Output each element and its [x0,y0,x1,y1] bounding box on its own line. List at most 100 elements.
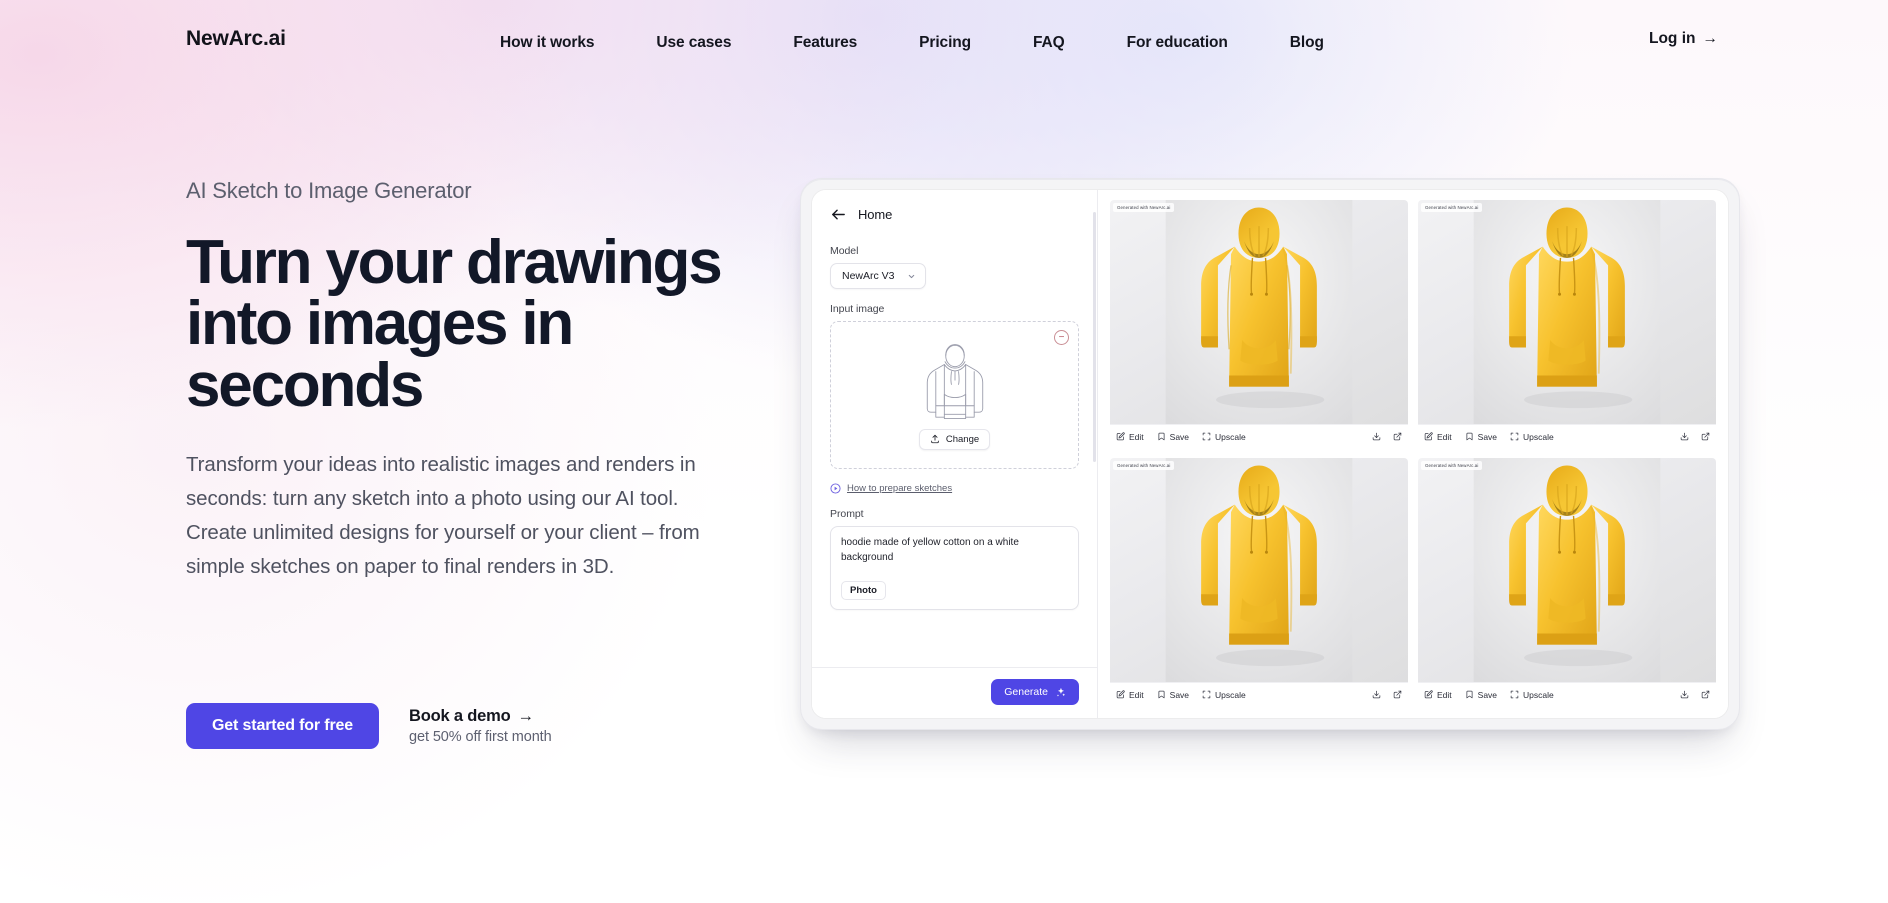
model-label: Model [830,245,859,257]
input-image-group: Input image − Change [830,303,1079,469]
nav-link-how-it-works[interactable]: How it works [500,30,595,56]
prompt-label: Prompt [830,508,864,520]
expand-icon [1202,432,1211,441]
book-demo-block: Book a demo → get 50% off first month [409,707,552,745]
external-link-icon[interactable] [1701,690,1710,699]
brand-logo[interactable]: NewArc.ai [186,27,286,51]
result-image[interactable]: Generated with NewArc.ai [1418,200,1716,424]
upload-icon [931,434,939,444]
save-button[interactable]: Save [1465,432,1497,442]
watermark-label: Generated with NewArc.ai [1113,461,1175,470]
result-card[interactable]: Generated with NewArc.ai Edit Save Upsca… [1110,458,1408,706]
app-sidebar-panel: Home Model NewArc V3 Input image − Chang… [812,190,1098,718]
result-card[interactable]: Generated with NewArc.ai Edit Save Upsca… [1418,458,1716,706]
bookmark-icon [1158,432,1165,441]
chevron-down-icon [908,274,914,278]
expand-icon [1510,690,1519,699]
hoodie-photo [1165,458,1353,682]
result-toolbar: Edit Save Upscale [1418,424,1716,448]
edit-button[interactable]: Edit [1424,690,1452,700]
prompt-group: Prompt hoodie made of yellow cotton on a… [830,508,1079,610]
edit-button[interactable]: Edit [1424,432,1452,442]
download-icon[interactable] [1372,432,1381,441]
upscale-button[interactable]: Upscale [1202,432,1246,442]
result-card[interactable]: Generated with NewArc.ai Edit Save Upsca… [1110,200,1408,448]
arrow-right-icon: → [1702,30,1719,47]
toolbar-right-actions [1680,432,1710,441]
generate-button[interactable]: Generate [991,679,1079,705]
app-mockup-device: Home Model NewArc V3 Input image − Chang… [800,178,1740,730]
edit-icon [1424,690,1433,699]
prompt-type-chip[interactable]: Photo [841,581,886,600]
input-image-label: Input image [830,303,885,315]
nav-link-use-cases[interactable]: Use cases [656,30,731,56]
panel-title: Home [858,207,893,222]
save-button[interactable]: Save [1157,432,1189,442]
bookmark-icon [1158,690,1165,699]
model-select[interactable]: NewArc V3 [830,263,926,289]
panel-footer: Generate [812,667,1097,718]
upscale-button[interactable]: Upscale [1510,690,1554,700]
nav-link-blog[interactable]: Blog [1290,30,1324,56]
nav-link-features[interactable]: Features [793,30,857,56]
hoodie-photo [1165,200,1353,424]
hero-copy: AI Sketch to Image Generator Turn your d… [186,178,746,583]
expand-icon [1510,432,1519,441]
upscale-label: Upscale [1523,689,1554,700]
edit-label: Edit [1437,689,1452,700]
book-demo-link[interactable]: Book a demo → [409,707,552,726]
back-arrow-icon[interactable] [830,206,847,223]
arrow-right-icon: → [517,707,534,725]
change-image-button[interactable]: Change [918,428,991,450]
login-button[interactable]: Log in → [1649,30,1718,48]
panel-header: Home [830,206,1079,223]
nav-link-for-education[interactable]: For education [1127,30,1228,56]
edit-button[interactable]: Edit [1116,432,1144,442]
book-demo-label: Book a demo [409,707,511,725]
download-icon[interactable] [1680,690,1689,699]
result-card[interactable]: Generated with NewArc.ai Edit Save Upsca… [1418,200,1716,448]
panel-scrollbar[interactable] [1093,212,1096,462]
landing-page: NewArc.ai How it works Use cases Feature… [0,0,1888,903]
edit-label: Edit [1129,431,1144,442]
edit-icon [1424,432,1433,441]
save-button[interactable]: Save [1157,690,1189,700]
upscale-button[interactable]: Upscale [1202,690,1246,700]
remove-image-icon[interactable]: − [1054,330,1069,345]
play-circle-icon [830,483,841,494]
how-to-prepare-sketches-link[interactable]: How to prepare sketches [830,483,1079,494]
bookmark-icon [1466,690,1473,699]
nav-link-faq[interactable]: FAQ [1033,30,1065,56]
external-link-icon[interactable] [1393,690,1402,699]
change-button-label: Change [945,433,980,445]
image-dropzone[interactable]: − Change [830,321,1079,469]
upscale-button[interactable]: Upscale [1510,432,1554,442]
edit-label: Edit [1437,431,1452,442]
download-icon[interactable] [1372,690,1381,699]
results-grid: Generated with NewArc.ai Edit Save Upsca… [1098,190,1728,718]
upscale-label: Upscale [1215,689,1246,700]
external-link-icon[interactable] [1393,432,1402,441]
top-navigation: NewArc.ai How it works Use cases Feature… [0,0,1888,90]
get-started-button[interactable]: Get started for free [186,703,380,749]
result-toolbar: Edit Save Upscale [1110,682,1408,706]
hero-subcopy: Transform your ideas into realistic imag… [186,453,700,578]
help-link-label: How to prepare sketches [847,483,953,494]
nav-link-pricing[interactable]: Pricing [919,30,971,56]
edit-label: Edit [1129,689,1144,700]
result-image[interactable]: Generated with NewArc.ai [1110,200,1408,424]
save-label: Save [1169,431,1190,442]
sparkles-icon [1056,687,1066,696]
model-field-group: Model NewArc V3 [830,245,1079,289]
result-toolbar: Edit Save Upscale [1418,682,1716,706]
hero-cta-row: Get started for free Book a demo → get 5… [186,703,552,749]
prompt-input[interactable]: hoodie made of yellow cotton on a white … [830,526,1079,610]
edit-icon [1116,432,1125,441]
download-icon[interactable] [1680,432,1689,441]
result-image[interactable]: Generated with NewArc.ai [1418,458,1716,682]
toolbar-right-actions [1372,690,1402,699]
edit-button[interactable]: Edit [1116,690,1144,700]
external-link-icon[interactable] [1701,432,1710,441]
result-image[interactable]: Generated with NewArc.ai [1110,458,1408,682]
save-button[interactable]: Save [1465,690,1497,700]
